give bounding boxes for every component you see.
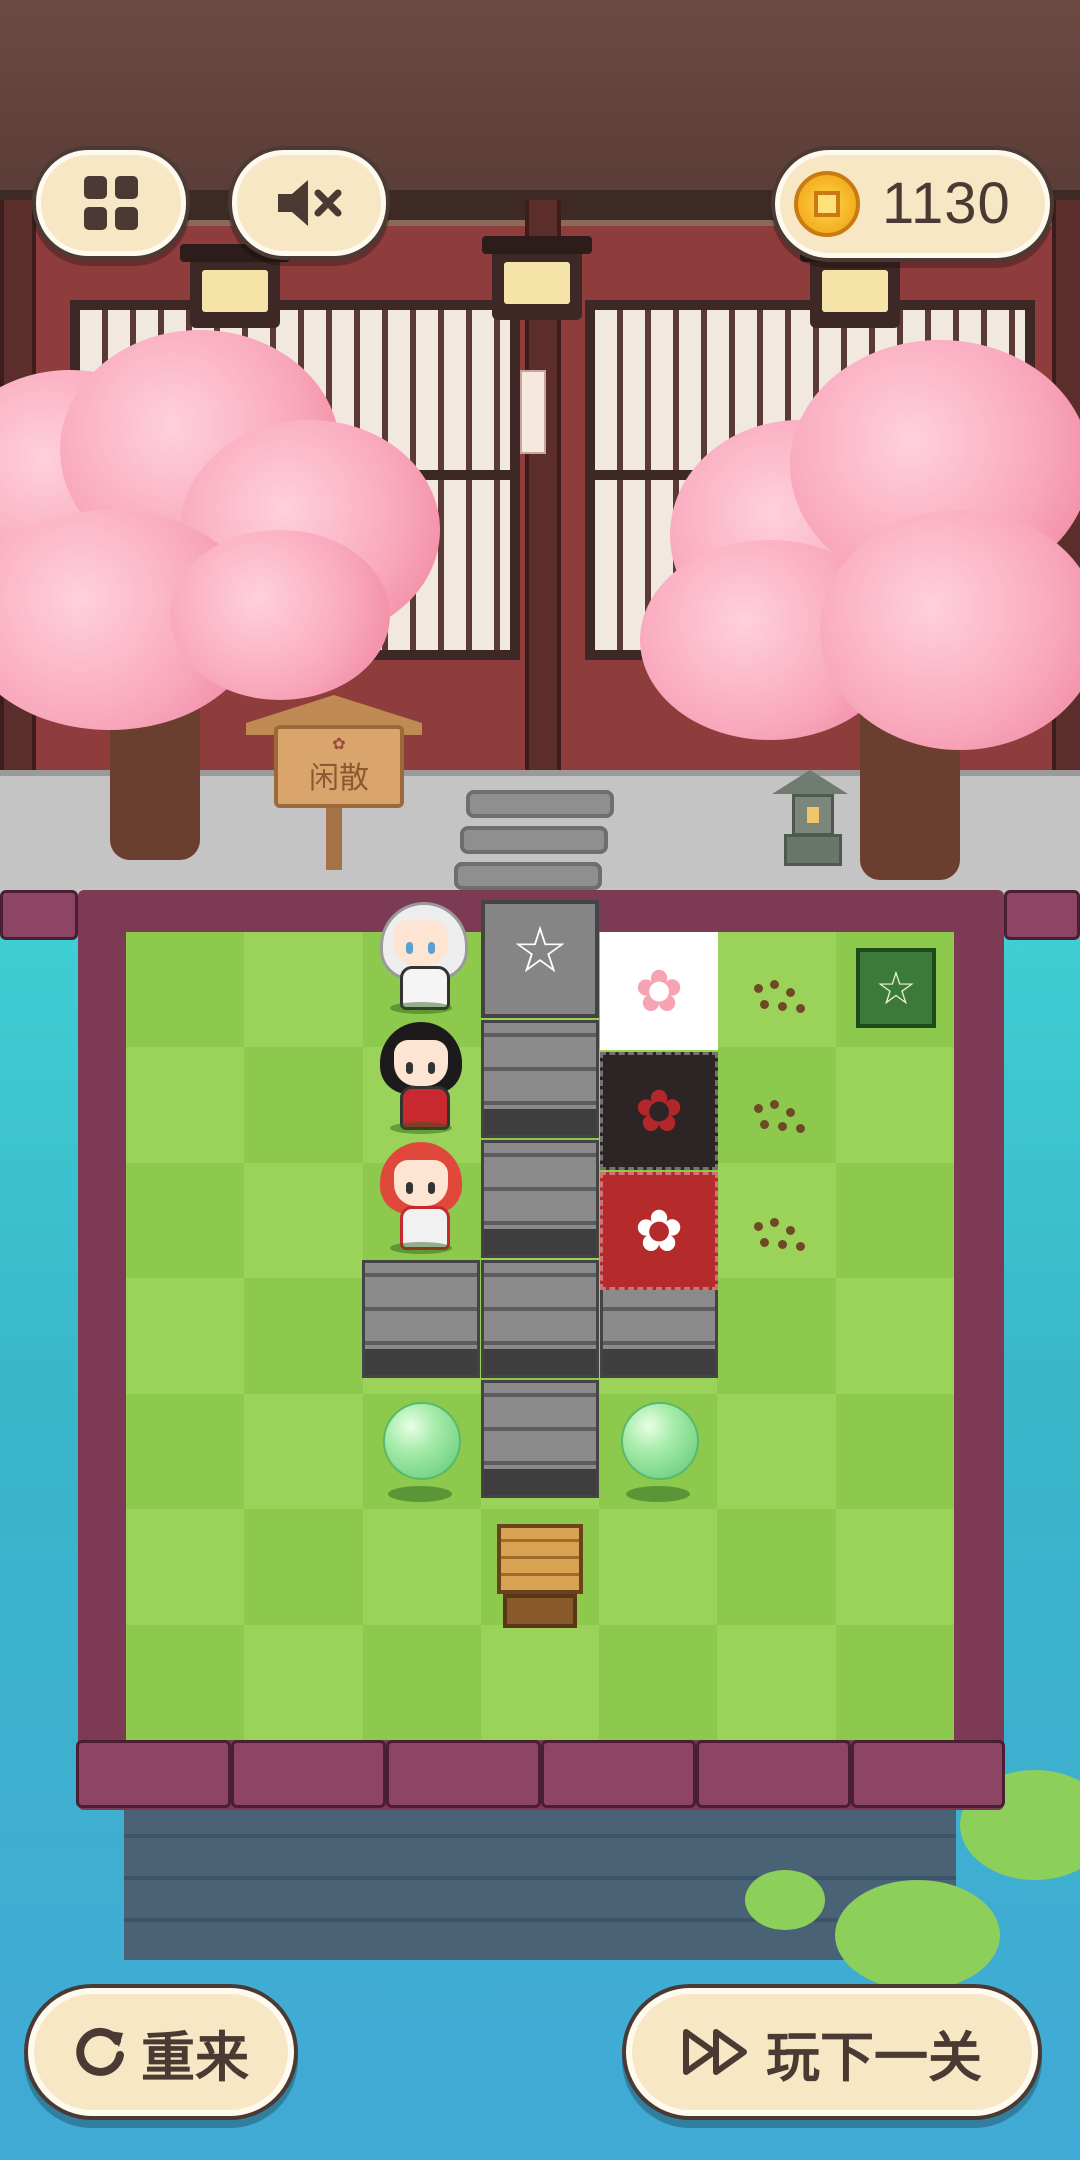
- frame-segment: [696, 1740, 851, 1808]
- grass-cell[interactable]: [835, 1278, 954, 1394]
- grass-cell[interactable]: [362, 1624, 481, 1740]
- frame-segment: [851, 1740, 1005, 1808]
- black-haired-girl[interactable]: [378, 1022, 464, 1134]
- grass-cell[interactable]: [835, 1509, 954, 1625]
- frame-segment: [231, 1740, 386, 1808]
- grass-cell[interactable]: [835, 1393, 954, 1510]
- grass-cell[interactable]: [835, 1162, 954, 1279]
- grass-cell[interactable]: [717, 1509, 836, 1625]
- seed-pile[interactable]: [750, 1218, 810, 1258]
- black-carpet-tile[interactable]: ✿: [600, 1052, 718, 1170]
- lily-pad: [835, 1880, 1000, 1990]
- stone-wall-tile: [481, 1140, 599, 1258]
- retry-label: 重来: [141, 2027, 249, 2088]
- white-carpet-tile[interactable]: ✿: [600, 932, 718, 1050]
- flower-icon: ✿: [332, 735, 346, 753]
- grass-cell[interactable]: [717, 1393, 836, 1510]
- grass-cell[interactable]: [717, 1278, 836, 1394]
- grass-cell[interactable]: [126, 1278, 245, 1394]
- stone-step: [454, 862, 602, 890]
- lily-pad: [745, 1870, 825, 1930]
- fast-forward-icon: [683, 2029, 747, 2075]
- stone-step: [460, 826, 608, 854]
- green-bubble[interactable]: [621, 1402, 699, 1480]
- grass-cell[interactable]: [244, 1624, 363, 1740]
- grass-cell[interactable]: [126, 1509, 245, 1625]
- grass-cell[interactable]: [244, 1393, 363, 1510]
- sakura-icon: ✿: [634, 1199, 684, 1264]
- grass-cell[interactable]: [244, 1278, 363, 1394]
- grass-cell[interactable]: [835, 1624, 954, 1740]
- wooden-crate[interactable]: [497, 1524, 583, 1594]
- next-level-label: 玩下一关: [766, 2027, 982, 2088]
- paper-charm: [520, 370, 546, 454]
- grass-cell[interactable]: [835, 1047, 954, 1163]
- grass-cell[interactable]: [362, 1509, 481, 1625]
- bubble-shadow: [626, 1486, 690, 1502]
- grass-cell[interactable]: [126, 1624, 245, 1740]
- refresh-icon: [76, 2027, 124, 2076]
- grass-cell[interactable]: [244, 932, 363, 1048]
- grass-cell[interactable]: [126, 932, 245, 1048]
- red-haired-girl[interactable]: [378, 1142, 464, 1254]
- stone-foundation: [124, 1800, 956, 1960]
- red-carpet-tile[interactable]: ✿: [600, 1172, 718, 1290]
- green-bubble[interactable]: [383, 1402, 461, 1480]
- grass-cell[interactable]: [126, 1393, 245, 1510]
- stone-lantern: [772, 770, 848, 870]
- seed-pile[interactable]: [750, 980, 810, 1020]
- goal-star-tile[interactable]: ☆: [856, 948, 936, 1028]
- hanging-lantern-center: [482, 236, 592, 320]
- seed-pile[interactable]: [750, 1100, 810, 1140]
- menu-button[interactable]: [36, 150, 186, 256]
- cherry-tree-left: [0, 330, 440, 730]
- sign-text: 闲散: [309, 761, 369, 795]
- stone-wall-tile: [362, 1260, 480, 1378]
- stone-step: [466, 790, 614, 818]
- wooden-sign: ✿ 闲散: [274, 725, 404, 808]
- stone-wall-tile: [481, 1260, 599, 1378]
- frame-segment: [76, 1740, 231, 1808]
- coin-counter: 1130: [775, 150, 1050, 258]
- frame-segment: [541, 1740, 696, 1808]
- grass-cell[interactable]: [244, 1162, 363, 1279]
- stone-wall-tile: [481, 1380, 599, 1498]
- grid-menu-icon: [84, 176, 138, 230]
- grass-cell[interactable]: [126, 1047, 245, 1163]
- next-level-button[interactable]: 玩下一关: [626, 1988, 1038, 2116]
- speaker-muted-icon: [278, 180, 342, 226]
- grass-cell[interactable]: [244, 1509, 363, 1625]
- stone-wall-tile: [481, 1020, 599, 1138]
- grass-cell[interactable]: [126, 1162, 245, 1279]
- grass-cell[interactable]: [599, 1624, 718, 1740]
- frame-segment: [386, 1740, 541, 1808]
- frame-segment: [1004, 890, 1080, 940]
- star-wall-tile: ☆: [481, 900, 599, 1018]
- frame-segment: [0, 890, 78, 940]
- star-icon: ☆: [875, 962, 917, 1014]
- coin-count: 1130: [882, 171, 1011, 236]
- coin-icon: [794, 171, 860, 237]
- white-haired-girl[interactable]: [378, 902, 468, 1014]
- grass-cell[interactable]: [599, 1509, 718, 1625]
- grass-cell[interactable]: [244, 1047, 363, 1163]
- grass-cell[interactable]: [480, 1624, 600, 1740]
- sakura-icon: ✿: [634, 1079, 684, 1144]
- star-icon: ☆: [511, 914, 569, 986]
- sound-toggle-button[interactable]: [232, 150, 386, 256]
- sakura-icon: ✿: [634, 959, 684, 1024]
- grass-cell[interactable]: [717, 1624, 836, 1740]
- crate-base: [503, 1594, 577, 1628]
- hanging-lantern-left: [180, 244, 290, 328]
- hanging-lantern-right: [800, 244, 910, 328]
- retry-button[interactable]: 重来: [28, 1988, 294, 2116]
- bubble-shadow: [388, 1486, 452, 1502]
- cherry-tree-right: [640, 340, 1080, 760]
